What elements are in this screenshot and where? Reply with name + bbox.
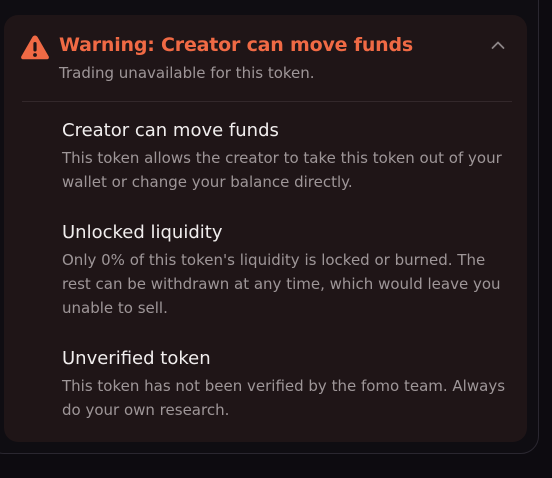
warning-subtitle: Trading unavailable for this token. (59, 64, 315, 82)
collapse-button[interactable] (486, 33, 510, 57)
risk-item-unverified-token: Unverified token This token has not been… (62, 347, 517, 422)
risk-description: Only 0% of this token's liquidity is loc… (62, 251, 501, 317)
risk-description: This token has not been verified by the … (62, 377, 506, 419)
warning-card: Warning: Creator can move funds Trading … (4, 15, 527, 442)
divider (22, 101, 512, 102)
risk-title: Unverified token (62, 348, 211, 369)
risk-description: This token allows the creator to take th… (62, 149, 502, 191)
risk-item-unlocked-liquidity: Unlocked liquidity Only 0% of this token… (62, 221, 517, 320)
risk-title: Creator can move funds (62, 120, 279, 141)
warning-title: Warning: Creator can move funds (59, 34, 413, 56)
risk-title: Unlocked liquidity (62, 222, 223, 243)
chevron-up-icon (491, 41, 505, 49)
risk-item-creator-can-move-funds: Creator can move funds This token allows… (62, 119, 517, 194)
warning-triangle-icon (21, 35, 49, 60)
